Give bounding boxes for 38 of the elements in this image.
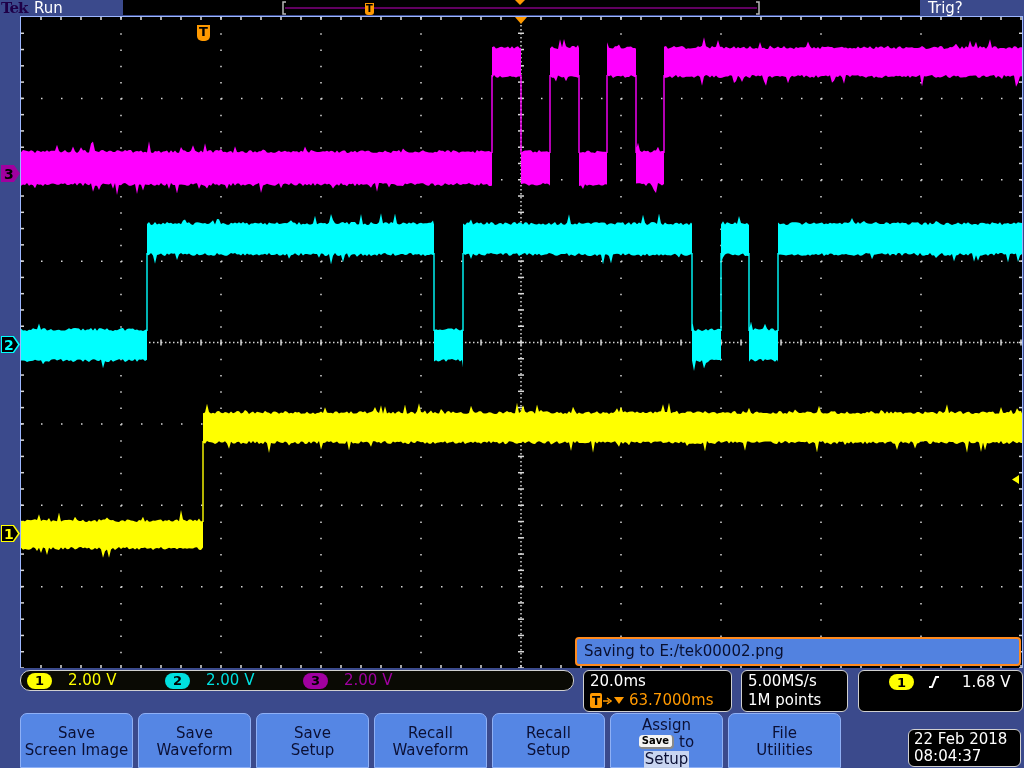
horizontal-scale: 20.0ms: [590, 673, 647, 690]
selection-highlight: Setup: [643, 750, 690, 768]
channel-scale: 2.00 V: [206, 673, 255, 688]
trigger-position-marker: T: [197, 25, 210, 41]
acquisition-status: Run: [34, 0, 64, 16]
sample-rate: 5.00MS/s: [748, 673, 818, 690]
trigger-status: Trig?: [928, 0, 963, 16]
expansion-point-icon: [515, 17, 527, 24]
time-text: 08:04:37: [914, 748, 983, 765]
menu-button[interactable]: Recall Waveform: [374, 713, 487, 768]
channel-level-marker[interactable]: 1: [1, 525, 20, 542]
channel-badge[interactable]: 2: [165, 672, 190, 689]
record-length: 1M points: [748, 692, 823, 709]
assign-button[interactable]: Assign Save to Setup: [610, 713, 723, 768]
trigger-level-icon: [1012, 475, 1019, 484]
channel-scale: 2.00 V: [344, 673, 393, 688]
trigger-source-badge: 1: [889, 674, 914, 690]
menu-button[interactable]: Save Waveform: [138, 713, 251, 768]
menu-button[interactable]: Save Screen Image: [20, 713, 133, 768]
brand-logo: Tek: [0, 0, 30, 16]
date-text: 22 Feb 2018: [914, 731, 1009, 748]
menu-button[interactable]: Recall Setup: [492, 713, 605, 768]
triangle-down-icon: [614, 697, 624, 704]
status-message: Saving to E:/tek00002.png: [575, 637, 1021, 666]
trigger-level: 1.68 V: [962, 674, 1011, 691]
key-cap: Save: [638, 735, 675, 749]
horizontal-delay: 63.7000ms: [629, 692, 714, 709]
record-trigger-marker: T: [365, 3, 374, 15]
rising-edge-icon: [928, 674, 940, 690]
channel-level-marker[interactable]: 3: [1, 165, 20, 182]
channel-scale: 2.00 V: [68, 673, 117, 688]
menu-button[interactable]: Save Setup: [256, 713, 369, 768]
menu-button[interactable]: File Utilities: [728, 713, 841, 768]
delay-marker: T: [590, 693, 602, 708]
channel-level-marker[interactable]: 2: [1, 336, 20, 353]
channel-badge[interactable]: 3: [303, 672, 328, 689]
channel-badge[interactable]: 1: [27, 672, 52, 689]
arrow-right-icon: [603, 696, 612, 705]
